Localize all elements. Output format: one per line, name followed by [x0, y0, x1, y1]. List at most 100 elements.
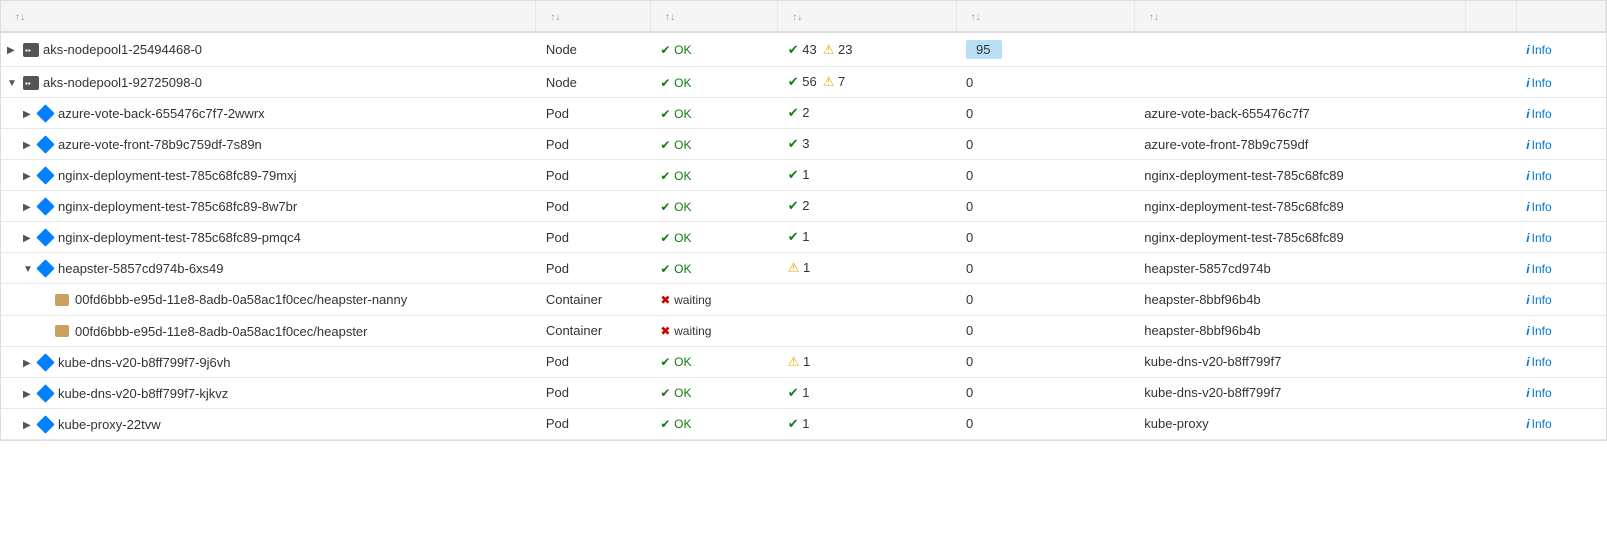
children-warn-count: 7 — [838, 74, 845, 89]
sort-icon-kind[interactable]: ↑↓ — [550, 12, 560, 23]
collapse-arrow[interactable]: ▼ — [7, 78, 19, 89]
status-ok-icon: ✔ — [660, 76, 670, 90]
status-label: OK — [674, 107, 691, 121]
cell-info: iInfo — [1516, 129, 1605, 160]
col-header-children[interactable]: ↑↓ — [778, 1, 956, 32]
cell-dots — [1465, 191, 1516, 222]
controller-label: kube-proxy — [1144, 416, 1208, 431]
metric-value: 0 — [966, 323, 973, 338]
controller-label: kube-dns-v20-b8ff799f7 — [1144, 354, 1281, 369]
row-name-label: 00fd6bbb-e95d-11e8-8adb-0a58ac1f0cec/hea… — [75, 324, 368, 339]
cell-name: ▶nginx-deployment-test-785c68fc89-8w7br — [1, 191, 536, 222]
info-icon: i — [1526, 262, 1529, 276]
info-link[interactable]: iInfo — [1526, 386, 1551, 400]
cell-name: 00fd6bbb-e95d-11e8-8adb-0a58ac1f0cec/hea… — [1, 284, 536, 315]
info-link[interactable]: iInfo — [1526, 324, 1551, 338]
cell-info: iInfo — [1516, 222, 1605, 253]
cell-children — [778, 315, 956, 346]
expand-arrow[interactable]: ▶ — [23, 233, 35, 244]
expand-arrow[interactable]: ▶ — [7, 45, 19, 56]
expand-arrow[interactable]: ▶ — [23, 140, 35, 151]
cell-children: ✔ 1 — [778, 377, 956, 408]
info-link[interactable]: iInfo — [1526, 262, 1551, 276]
info-link[interactable]: iInfo — [1526, 107, 1551, 121]
cell-kind: Container — [536, 284, 651, 315]
info-link[interactable]: iInfo — [1526, 76, 1551, 90]
cell-info: iInfo — [1516, 32, 1605, 67]
status-label: OK — [674, 200, 691, 214]
col-header-name[interactable]: ↑↓ — [1, 1, 536, 32]
expand-arrow[interactable]: ▶ — [23, 171, 35, 182]
sort-icon-status[interactable]: ↑↓ — [665, 12, 675, 23]
cell-controller: heapster-8bbf96b4b — [1134, 284, 1465, 315]
col-header-metric[interactable]: ↑↓ — [956, 1, 1134, 32]
cell-kind: Node — [536, 32, 651, 67]
cell-controller: kube-dns-v20-b8ff799f7 — [1134, 377, 1465, 408]
info-icon: i — [1526, 386, 1529, 400]
cell-metric: 0 — [956, 160, 1134, 191]
info-icon: i — [1526, 293, 1529, 307]
sort-icon-name[interactable]: ↑↓ — [15, 12, 25, 23]
expand-arrow[interactable]: ▶ — [23, 389, 35, 400]
status-ok-icon: ✔ — [660, 169, 670, 183]
cell-children: ✔ 43⚠ 23 — [778, 32, 956, 67]
info-link[interactable]: iInfo — [1526, 293, 1551, 307]
col-header-kind[interactable]: ↑↓ — [536, 1, 651, 32]
pod-icon — [36, 384, 54, 402]
cell-status: ✖ waiting — [650, 315, 777, 346]
info-link[interactable]: iInfo — [1526, 417, 1551, 431]
expand-arrow[interactable]: ▶ — [23, 202, 35, 213]
sort-icon-metric[interactable]: ↑↓ — [971, 12, 981, 23]
cell-metric: 0 — [956, 408, 1134, 439]
info-label: Info — [1532, 386, 1552, 400]
children-warn-count: 1 — [803, 260, 810, 275]
info-link[interactable]: iInfo — [1526, 355, 1551, 369]
sort-icon-children[interactable]: ↑↓ — [792, 12, 802, 23]
children-check-icon: ✔ — [788, 167, 799, 182]
resource-table: ↑↓ ↑↓ ↑↓ ↑↓ ↑↓ — [1, 1, 1606, 440]
status-label: OK — [674, 76, 691, 90]
col-header-status[interactable]: ↑↓ — [650, 1, 777, 32]
expand-arrow[interactable]: ▶ — [23, 109, 35, 120]
node-icon: ▪▪ — [23, 43, 39, 57]
info-link[interactable]: iInfo — [1526, 231, 1551, 245]
pod-icon — [36, 104, 54, 122]
controller-label: azure-vote-back-655476c7f7 — [1144, 106, 1310, 121]
cell-kind: Pod — [536, 253, 651, 284]
info-label: Info — [1532, 200, 1552, 214]
info-link[interactable]: iInfo — [1526, 138, 1551, 152]
metric-value: 0 — [966, 75, 973, 90]
cell-controller: kube-proxy — [1134, 408, 1465, 439]
cell-status: ✔ OK — [650, 346, 777, 377]
cell-kind: Pod — [536, 191, 651, 222]
row-name-label: kube-proxy-22tvw — [58, 417, 161, 432]
cell-controller: nginx-deployment-test-785c68fc89 — [1134, 160, 1465, 191]
col-header-controller[interactable]: ↑↓ — [1134, 1, 1465, 32]
info-label: Info — [1532, 43, 1552, 57]
expand-arrow[interactable]: ▶ — [23, 420, 35, 431]
cell-info: iInfo — [1516, 284, 1605, 315]
info-link[interactable]: iInfo — [1526, 200, 1551, 214]
metric-value: 0 — [966, 385, 973, 400]
table-header-row: ↑↓ ↑↓ ↑↓ ↑↓ ↑↓ — [1, 1, 1606, 32]
cell-status: ✔ OK — [650, 67, 777, 98]
table-row: ▶kube-proxy-22tvwPod✔ OK✔ 10kube-proxyiI… — [1, 408, 1606, 439]
pod-icon — [36, 135, 54, 153]
cell-metric: 0 — [956, 222, 1134, 253]
cell-children: ✔ 1 — [778, 408, 956, 439]
node-icon: ▪▪ — [23, 76, 39, 90]
col-header-dots — [1465, 1, 1516, 32]
container-icon — [55, 325, 69, 337]
children-warn-icon: ⚠ — [788, 260, 800, 275]
status-ok-icon: ✔ — [660, 262, 670, 276]
info-link[interactable]: iInfo — [1526, 169, 1551, 183]
info-link[interactable]: iInfo — [1526, 43, 1551, 57]
table-row: ▼ ▪▪ aks-nodepool1-92725098-0Node✔ OK✔ 5… — [1, 67, 1606, 98]
table-row: ▶nginx-deployment-test-785c68fc89-8w7brP… — [1, 191, 1606, 222]
info-label: Info — [1532, 138, 1552, 152]
collapse-arrow[interactable]: ▼ — [23, 264, 35, 275]
expand-arrow[interactable]: ▶ — [23, 358, 35, 369]
cell-children — [778, 284, 956, 315]
sort-icon-controller[interactable]: ↑↓ — [1149, 12, 1159, 23]
info-label: Info — [1532, 262, 1552, 276]
